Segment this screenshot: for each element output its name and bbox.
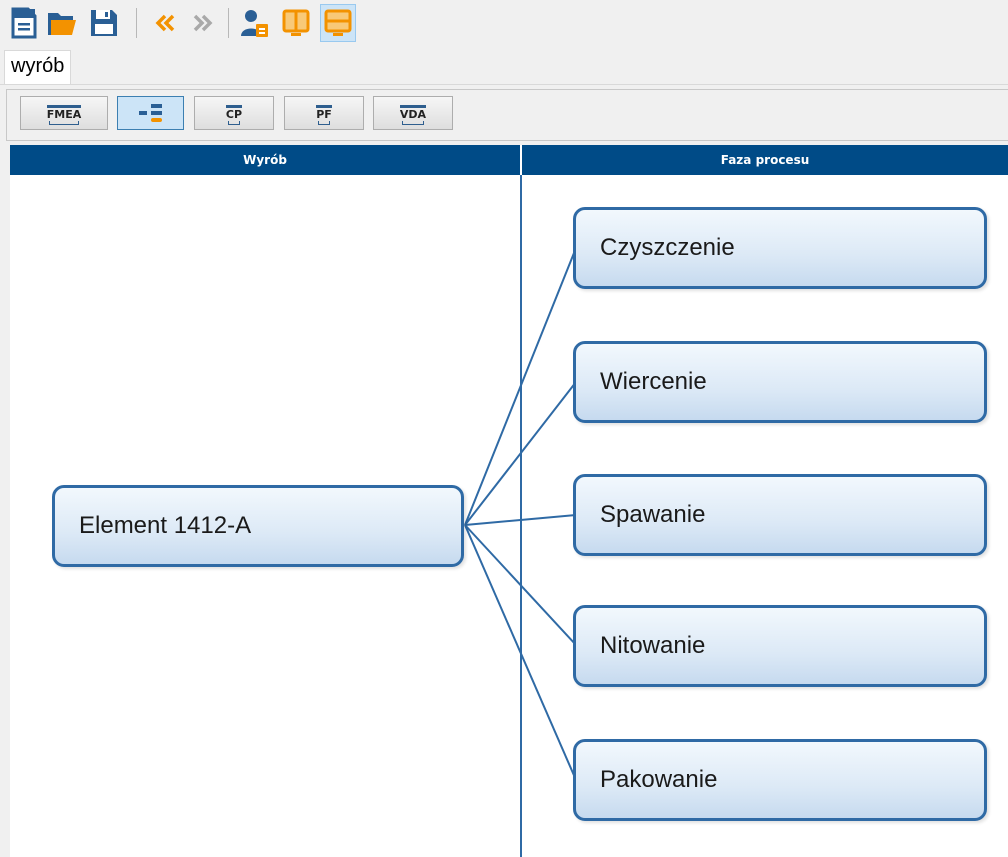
tree-node-root[interactable]: Element 1412-A	[52, 485, 464, 567]
fmea-view-button[interactable]: FMEA	[20, 96, 108, 130]
cp-view-label: CP	[225, 104, 243, 125]
open-folder-icon	[48, 13, 76, 35]
back-button[interactable]	[148, 4, 184, 42]
tab-strip: wyrób	[0, 46, 1008, 85]
split-view-vertical-icon	[282, 9, 310, 36]
new-document-icon	[11, 7, 37, 39]
save-button[interactable]	[86, 4, 122, 42]
save-icon	[91, 10, 117, 36]
tree-node-phase[interactable]: Czyszczenie	[573, 207, 987, 289]
forward-icon	[193, 14, 213, 32]
open-button[interactable]	[44, 4, 80, 42]
users-button[interactable]	[236, 4, 272, 42]
split-view-horizontal-button[interactable]	[320, 4, 356, 42]
split-view-horizontal-icon	[324, 9, 352, 36]
tree-node-phase[interactable]: Pakowanie	[573, 739, 987, 821]
column-header-faza-procesu: Faza procesu	[522, 145, 1008, 175]
forward-button[interactable]	[184, 4, 220, 42]
main-toolbar	[0, 0, 1008, 46]
tree-node-phase[interactable]: Spawanie	[573, 474, 987, 556]
users-icon	[241, 10, 268, 37]
cp-view-button[interactable]: CP	[194, 96, 274, 130]
tree-view-button[interactable]	[117, 96, 184, 130]
tree-view-icon	[138, 104, 162, 122]
toolbar-separator	[228, 8, 229, 38]
new-document-button[interactable]	[6, 4, 42, 42]
split-view-vertical-button[interactable]	[278, 4, 314, 42]
tab-wyrob[interactable]: wyrób	[4, 50, 72, 84]
fmea-view-label: FMEA	[46, 104, 82, 125]
column-header-wyrob: Wyrób	[10, 145, 520, 175]
pf-view-button[interactable]: PF	[284, 96, 364, 130]
tree-node-phase[interactable]: Nitowanie	[573, 605, 987, 687]
column-divider	[520, 175, 522, 857]
pf-view-label: PF	[316, 104, 332, 125]
vda-view-button[interactable]: VDA	[373, 96, 453, 130]
back-icon	[155, 14, 175, 32]
toolbar-separator	[136, 8, 137, 38]
tree-node-phase[interactable]: Wiercenie	[573, 341, 987, 423]
vda-view-label: VDA	[399, 104, 427, 125]
